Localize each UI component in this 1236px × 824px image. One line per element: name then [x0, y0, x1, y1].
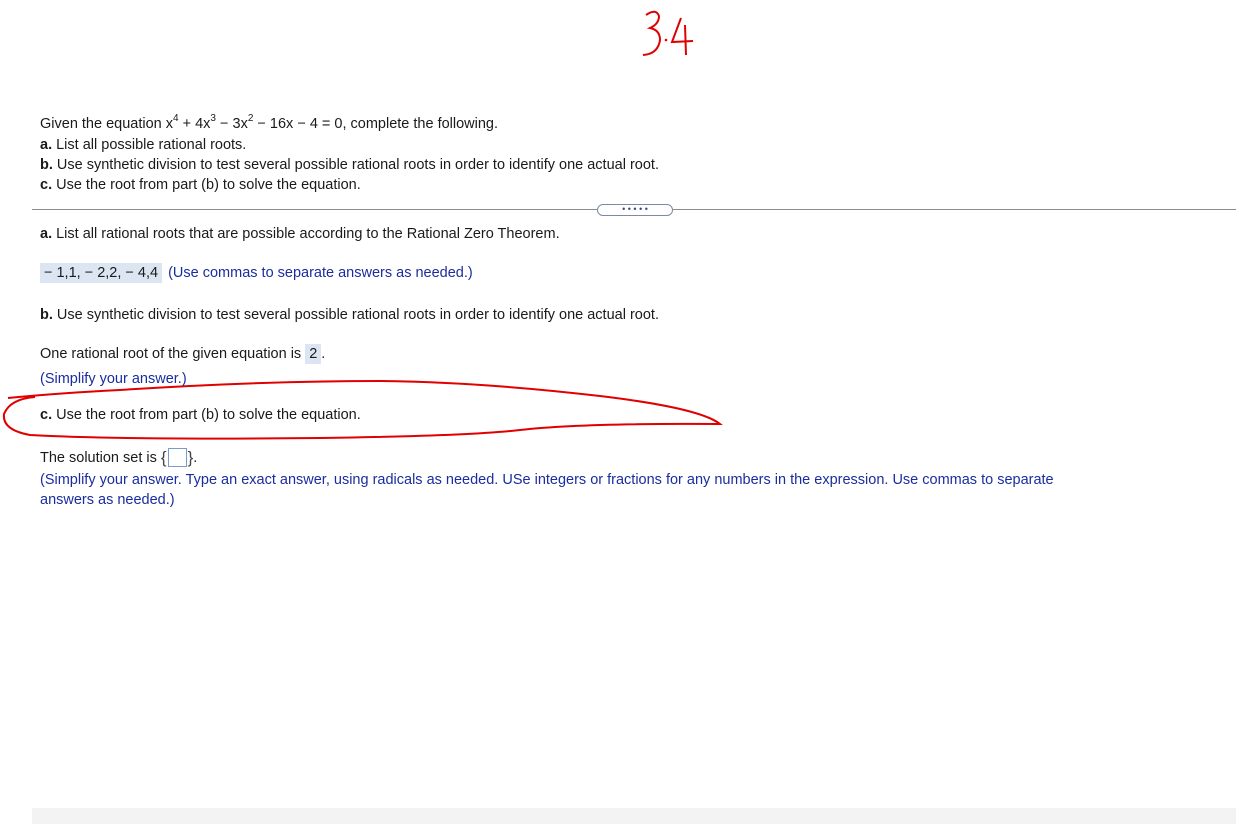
- period: .: [321, 346, 326, 362]
- part-a-question: a. List all rational roots that are poss…: [40, 226, 560, 242]
- part-a-hint: (Use commas to separate answers as neede…: [168, 265, 473, 281]
- part-b-question: b. Use synthetic division to test severa…: [40, 307, 659, 323]
- part-c-prompt: The solution set is: [40, 449, 157, 466]
- solution-set-input[interactable]: [167, 447, 187, 467]
- part-b-prompt: One rational root of the given equation …: [40, 346, 302, 362]
- footer-bar: [32, 808, 1236, 824]
- period: .: [193, 449, 198, 466]
- part-a-answer[interactable]: − 1,1, − 2,2, − 4,4: [40, 263, 163, 283]
- problem-item-b: b. Use synthetic division to test severa…: [40, 157, 659, 173]
- part-c-hint-line2: answers as needed.): [40, 492, 175, 508]
- expand-button[interactable]: • • • • •: [597, 204, 673, 216]
- part-c-answer-row: The solution set is {}.: [40, 447, 198, 468]
- part-b-answer-row: One rational root of the given equation …: [40, 344, 325, 364]
- part-a-answer-row: − 1,1, − 2,2, − 4,4 (Use commas to separa…: [40, 263, 473, 283]
- open-brace: {: [160, 448, 167, 467]
- part-c-hint-line1: (Simplify your answer. Type an exact ans…: [40, 472, 1054, 488]
- problem-item-c: c. Use the root from part (b) to solve t…: [40, 177, 361, 193]
- problem-statement: Given the equation x4 + 4x3 − 3x2 − 16x …: [40, 113, 499, 132]
- part-c-question: c. Use the root from part (b) to solve t…: [40, 407, 361, 423]
- part-b-hint: (Simplify your answer.): [40, 371, 187, 387]
- problem-item-a: a. List all possible rational roots.: [40, 137, 247, 153]
- part-b-answer[interactable]: 2: [305, 344, 322, 364]
